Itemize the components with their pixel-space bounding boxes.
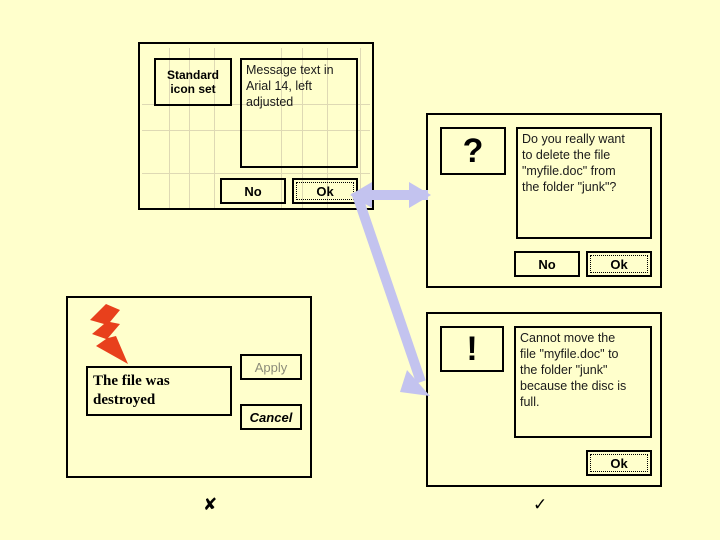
verdict-bad-mark: ✘ (203, 495, 218, 515)
button-cancel[interactable]: Cancel (240, 404, 302, 430)
lightning-bolt-icon (90, 304, 128, 364)
message-text: Do you really want to delete the file "m… (522, 132, 625, 194)
button-no[interactable]: No (220, 178, 286, 204)
verdict-good-mark: ✓ (533, 495, 548, 515)
arrow-template-to-error (351, 190, 430, 396)
slide-canvas: Standard icon set Message text in Arial … (0, 0, 720, 540)
exclamation-mark-icon: ! (440, 326, 504, 372)
message-text: Message text in Arial 14, left adjusted (246, 63, 334, 109)
message-text: Cannot move the file "myfile.doc" to the… (520, 331, 627, 409)
button-apply[interactable]: Apply (240, 354, 302, 380)
dialog-confirm-delete: ? Do you really want to delete the file … (426, 113, 662, 288)
message-text: The file was destroyed (93, 373, 170, 408)
dialog-bad-example: The file was destroyed Apply Cancel (66, 296, 312, 478)
button-no[interactable]: No (514, 251, 580, 277)
icon-set-placeholder: Standard icon set (154, 58, 232, 106)
button-ok[interactable]: Ok (292, 178, 358, 204)
dialog-template: Standard icon set Message text in Arial … (138, 42, 374, 210)
button-ok[interactable]: Ok (586, 450, 652, 476)
button-ok[interactable]: Ok (586, 251, 652, 277)
icon-set-label: Standard icon set (166, 68, 219, 96)
dialog-error-disc-full: ! Cannot move the file "myfile.doc" to t… (426, 312, 662, 487)
question-mark-icon: ? (440, 127, 506, 175)
